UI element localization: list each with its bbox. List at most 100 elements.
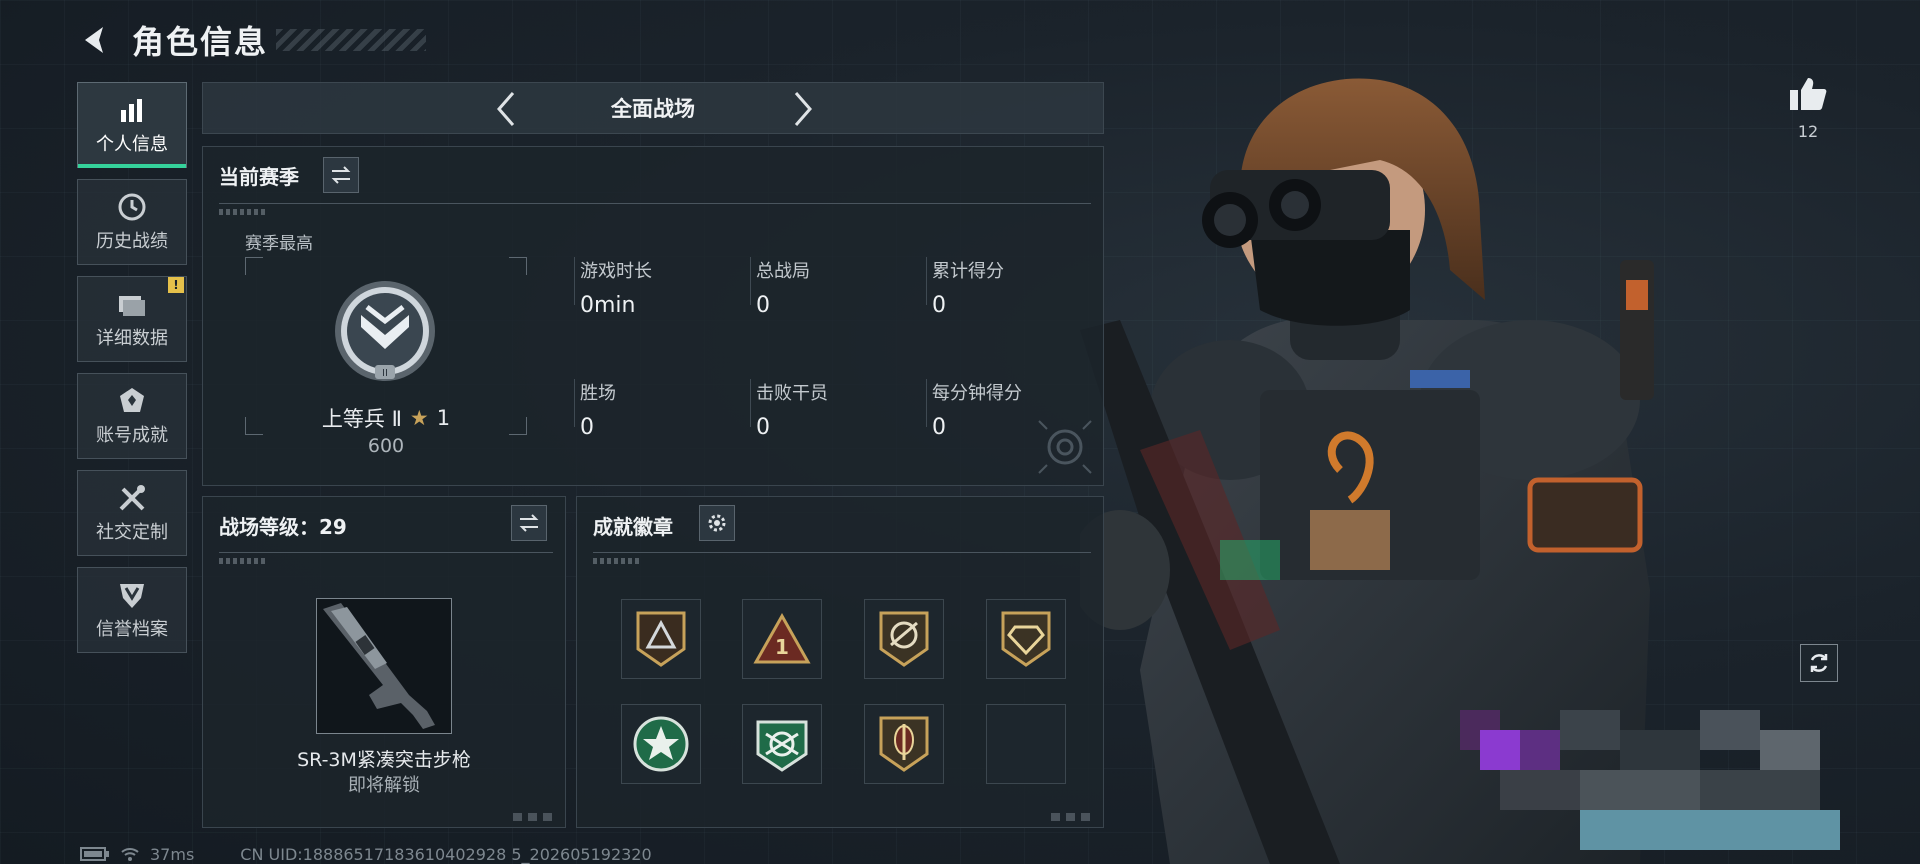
- sidebar-item-history[interactable]: 历史战绩: [77, 179, 187, 265]
- badge-slot[interactable]: [621, 704, 701, 784]
- divider: [219, 203, 1091, 204]
- header: 角色信息: [72, 14, 427, 66]
- frame-corner: [245, 257, 263, 275]
- weapon-reward-slot[interactable]: [316, 598, 452, 734]
- triangle-badge-icon: [636, 611, 686, 667]
- sidebar-item-label: 账号成就: [96, 425, 168, 446]
- svg-text:II: II: [382, 368, 388, 379]
- weapon-name: SR-3M紧凑突击步枪: [297, 749, 471, 771]
- sidebar-item-label: 社交定制: [96, 522, 168, 543]
- stat-value: 0: [932, 415, 946, 440]
- divider: [219, 552, 553, 553]
- frame-corner: [509, 257, 527, 275]
- stat-wins: 胜场 0: [574, 379, 616, 440]
- divider: [593, 552, 1091, 553]
- blurred-mosaic-region: [1440, 700, 1840, 850]
- back-button[interactable]: [72, 18, 116, 62]
- stat-value: 0: [932, 293, 946, 318]
- switch-arrows-icon: [331, 166, 351, 184]
- level-panel: 战场等级：29 SR-3M紧凑突击步枪 即将解锁: [202, 496, 566, 828]
- badge-slot[interactable]: 1: [742, 599, 822, 679]
- wifi-icon: [121, 848, 139, 861]
- badges-panel: 成就徽章 1: [576, 496, 1104, 828]
- rotate-character-button[interactable]: [1800, 644, 1838, 682]
- divider-decoration: [219, 209, 267, 215]
- sidebar-item-label: 历史战绩: [96, 231, 168, 252]
- warning-badge: !: [168, 277, 184, 293]
- badge-slot[interactable]: [742, 704, 822, 784]
- rank-stars: 1: [436, 406, 451, 430]
- badge-settings-button[interactable]: [699, 505, 735, 541]
- chevron-left-icon: [497, 92, 515, 126]
- rifle-badge-icon: [879, 611, 929, 667]
- stat-label: 游戏时长: [580, 261, 652, 282]
- stat-total-matches: 总战局 0: [750, 257, 810, 318]
- badge-slot[interactable]: [621, 599, 701, 679]
- arrows-badge-icon: [756, 720, 808, 772]
- stat-label: 累计得分: [932, 261, 1004, 282]
- stat-label: 胜场: [580, 383, 616, 404]
- empty-badge-slot[interactable]: [986, 704, 1066, 784]
- page-title: 角色信息: [132, 23, 269, 61]
- badges-title: 成就徽章: [593, 515, 673, 539]
- gear-icon: [708, 514, 726, 532]
- number-one-badge-icon: 1: [753, 612, 811, 664]
- sidebar-item-social[interactable]: 社交定制: [77, 470, 187, 556]
- badge-slot[interactable]: [864, 704, 944, 784]
- sidebar-item-achievements[interactable]: 账号成就: [77, 373, 187, 459]
- sidebar-item-detailed-data[interactable]: ! 详细数据: [77, 276, 187, 362]
- corner-decoration: [513, 813, 555, 821]
- chevron-right-icon: [794, 92, 812, 126]
- divider-decoration: [219, 558, 267, 564]
- rank-score: 600: [367, 435, 405, 457]
- divider-decoration: [593, 558, 641, 564]
- sidebar: 个人信息 历史战绩 ! 详细数据 账号成就 社交定制 信誉档案: [77, 82, 187, 664]
- rank-name-row: 上等兵 Ⅱ ★ 1: [203, 403, 569, 433]
- sidebar-item-reputation[interactable]: 信誉档案: [77, 567, 187, 653]
- sword-badge-icon: [879, 716, 929, 772]
- status-footer: 37ms CN UID:18886517183610402928 5_20260…: [80, 844, 652, 864]
- battery-icon: [80, 847, 109, 861]
- like-button[interactable]: 12: [1786, 76, 1830, 141]
- stat-label: 总战局: [756, 261, 810, 282]
- back-arrow-icon: [85, 27, 103, 53]
- badge-slot[interactable]: [986, 599, 1066, 679]
- thumbs-up-icon: [1790, 78, 1827, 110]
- stat-value: 0min: [580, 293, 636, 318]
- achievement-icon: [116, 385, 148, 417]
- ping-value: 37ms: [150, 844, 195, 864]
- switch-arrows-icon: [519, 514, 539, 532]
- sidebar-item-label: 信誉档案: [96, 619, 168, 640]
- season-switch-button[interactable]: [323, 157, 359, 193]
- stat-score-per-minute: 每分钟得分 0: [926, 379, 1022, 440]
- star-badge-icon: [633, 716, 689, 772]
- tools-icon: [116, 482, 148, 514]
- level-title: 战场等级：29: [219, 515, 347, 539]
- stat-value: 0: [756, 415, 770, 440]
- mode-prev-button[interactable]: [486, 89, 526, 129]
- rank-emblem-icon[interactable]: II: [331, 277, 439, 389]
- sidebar-item-personal-info[interactable]: 个人信息: [77, 82, 187, 168]
- title-decoration: [276, 29, 427, 51]
- mode-title: 全面战场: [611, 97, 695, 121]
- level-switch-button[interactable]: [511, 505, 547, 541]
- stat-label: 击败干员: [756, 383, 828, 404]
- rotate-icon: [1810, 654, 1828, 672]
- stat-value: 0: [580, 415, 594, 440]
- corner-decoration: [1051, 813, 1093, 821]
- badge-slot[interactable]: [864, 599, 944, 679]
- gem-badge-icon: [1001, 611, 1051, 667]
- bar-chart-icon: [116, 94, 148, 126]
- star-icon: ★: [409, 406, 429, 430]
- stat-play-time: 游戏时长 0min: [574, 257, 652, 318]
- target-reticle-icon: [1035, 417, 1095, 481]
- like-count: 12: [1797, 122, 1819, 141]
- mode-selector: 全面战场: [202, 82, 1104, 134]
- mode-next-button[interactable]: [783, 89, 823, 129]
- clock-icon: [116, 191, 148, 223]
- stat-kills: 击败干员 0: [750, 379, 828, 440]
- rank-name: 上等兵 Ⅱ: [321, 407, 402, 431]
- stat-total-score: 累计得分 0: [926, 257, 1004, 318]
- uid-text: CN UID:18886517183610402928 5_2026051923…: [240, 844, 652, 864]
- season-title: 当前赛季: [219, 165, 299, 189]
